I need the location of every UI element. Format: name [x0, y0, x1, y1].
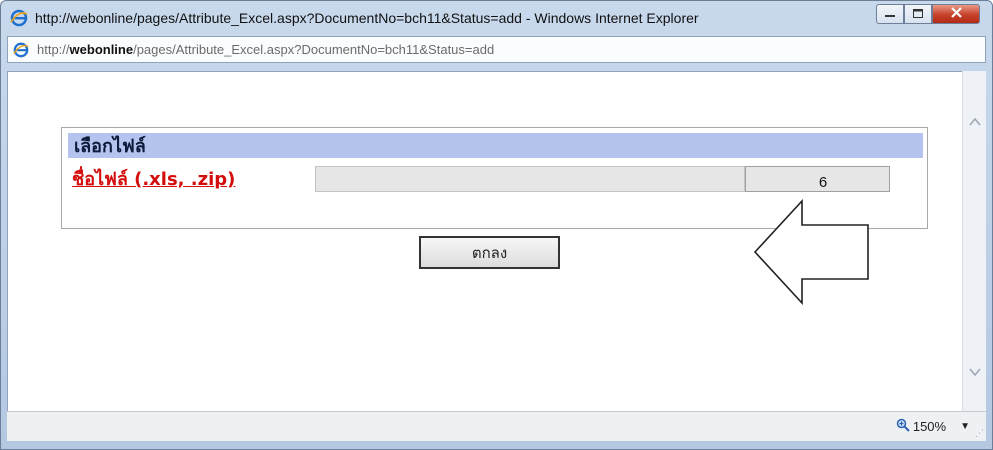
- window-title: http://webonline/pages/Attribute_Excel.a…: [35, 10, 699, 26]
- scroll-down-icon[interactable]: [963, 361, 987, 383]
- file-name-label[interactable]: ชื่อไฟล์ (.xls, .zip): [72, 164, 235, 193]
- zoom-level: 150%: [912, 419, 947, 434]
- page-content: เลือกไฟล์ ชื่อไฟล์ (.xls, .zip) ตกลง: [7, 71, 962, 411]
- callout-arrow-shape: [754, 199, 869, 305]
- maximize-icon: [913, 8, 923, 21]
- ok-button[interactable]: ตกลง: [419, 236, 560, 269]
- minimize-icon: [885, 8, 895, 21]
- panel-header: เลือกไฟล์: [68, 133, 923, 158]
- file-path-input[interactable]: [315, 166, 745, 192]
- window-controls: [876, 4, 980, 24]
- internet-explorer-icon: [9, 8, 29, 28]
- zoom-icon: [896, 418, 910, 435]
- maximize-button[interactable]: [904, 4, 932, 24]
- vertical-scrollbar[interactable]: [962, 71, 986, 411]
- minimize-button[interactable]: [876, 4, 904, 24]
- status-bar: 150% ▼ ⋰: [7, 411, 986, 441]
- resize-grip-icon[interactable]: ⋰: [975, 429, 984, 439]
- url-path: /pages/Attribute_Excel.aspx?DocumentNo=b…: [133, 42, 495, 57]
- browser-window: http://webonline/pages/Attribute_Excel.a…: [0, 0, 993, 450]
- zoom-control[interactable]: 150% ▼: [896, 418, 970, 435]
- page-icon: [11, 40, 31, 60]
- panel-title: เลือกไฟล์: [74, 136, 146, 157]
- address-url[interactable]: http://webonline/pages/Attribute_Excel.a…: [37, 42, 494, 57]
- url-host: webonline: [69, 42, 134, 57]
- close-button[interactable]: [932, 4, 980, 24]
- callout-number: 6: [818, 174, 828, 191]
- chevron-down-icon[interactable]: ▼: [960, 421, 970, 432]
- close-icon: [950, 6, 962, 22]
- scroll-up-icon[interactable]: [963, 111, 987, 133]
- url-prefix: http://: [37, 42, 70, 57]
- address-bar[interactable]: http://webonline/pages/Attribute_Excel.a…: [7, 36, 986, 63]
- title-bar[interactable]: http://webonline/pages/Attribute_Excel.a…: [1, 1, 992, 35]
